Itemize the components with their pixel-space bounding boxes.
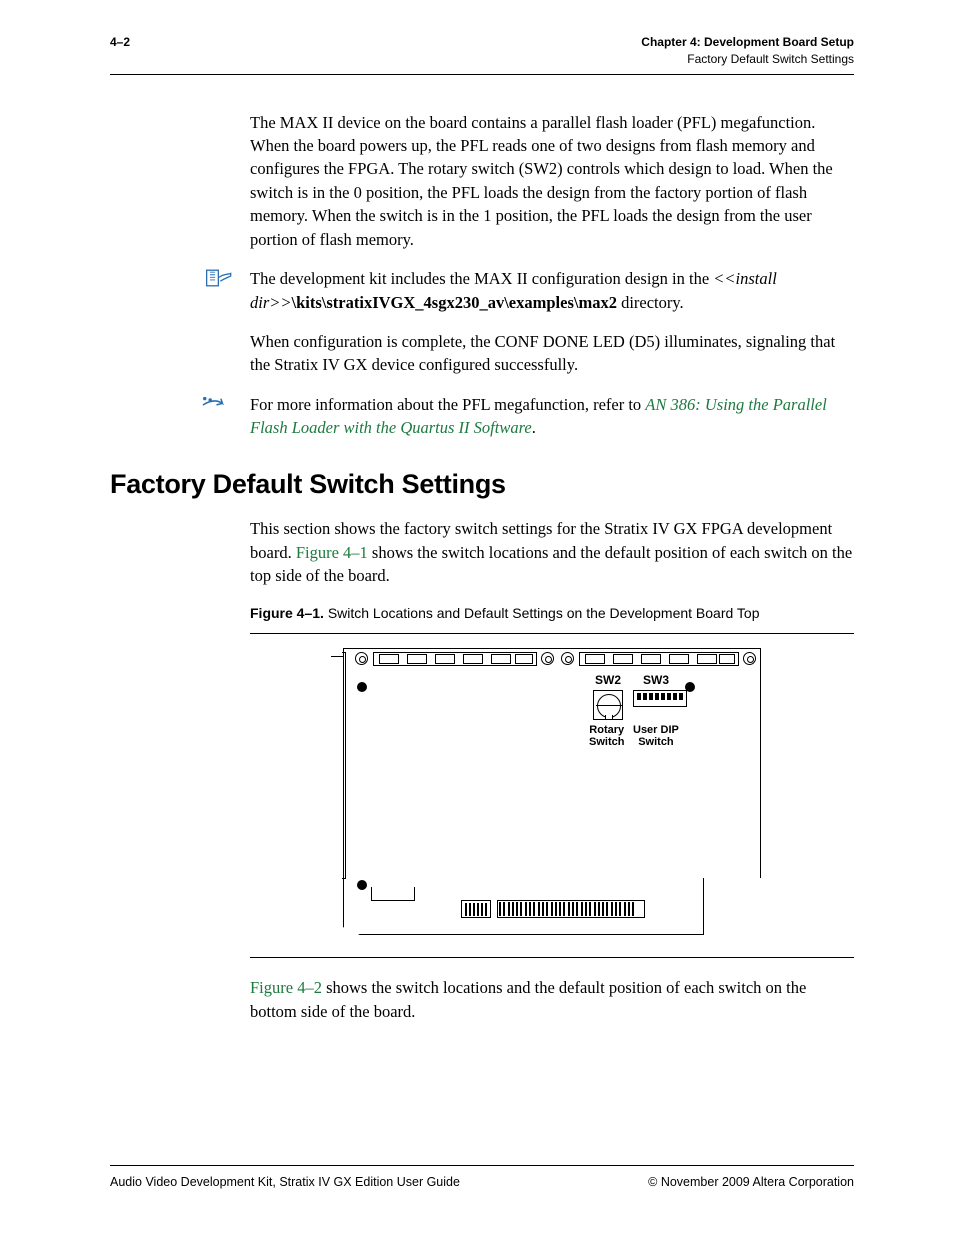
sw2-sub1: Rotary	[589, 724, 624, 736]
dip-switch	[633, 690, 687, 707]
link-figure-4-1[interactable]: Figure 4–1	[296, 543, 368, 562]
note2-text-a: For more information about the PFL megaf…	[250, 395, 645, 414]
section-heading: Factory Default Switch Settings	[110, 466, 854, 504]
footer-right: © November 2009 Altera Corporation	[648, 1174, 854, 1192]
link-figure-4-2[interactable]: Figure 4–2	[250, 978, 322, 997]
section-intro: This section shows the factory switch se…	[250, 517, 854, 587]
chapter-title: Chapter 4: Development Board Setup	[641, 34, 854, 51]
footer-left: Audio Video Development Kit, Stratix IV …	[110, 1174, 460, 1192]
figure-number: Figure 4–1.	[250, 605, 324, 621]
sw2-label: SW2	[595, 674, 621, 687]
note1-text-a: The development kit includes the MAX II …	[250, 269, 713, 288]
figure-caption: Figure 4–1. Switch Locations and Default…	[250, 604, 854, 624]
section-crumb: Factory Default Switch Settings	[641, 51, 854, 68]
page-header: 4–2 Chapter 4: Development Board Setup F…	[110, 34, 854, 75]
after-figure-paragraph: Figure 4–2 shows the switch locations an…	[250, 976, 854, 1023]
page-number: 4–2	[110, 34, 130, 51]
sw3-sub1: User DIP	[633, 724, 679, 736]
body-paragraph-2: When configuration is complete, the CONF…	[250, 330, 854, 377]
sw3-sub2: Switch	[633, 736, 679, 748]
body-paragraph-1: The MAX II device on the board contains …	[250, 111, 854, 252]
board-diagram: SW2 Rotary Switch SW3 U	[343, 642, 761, 935]
hand-pointing-icon	[206, 269, 232, 287]
sw2-sub2: Switch	[589, 736, 624, 748]
sw3-label: SW3	[643, 674, 669, 687]
note-reference: For more information about the PFL megaf…	[110, 393, 854, 440]
figure-caption-text: Switch Locations and Default Settings on…	[328, 605, 760, 621]
note2-text-b: .	[532, 418, 536, 437]
note1-path: \kits\stratixIVGX_4sgx230_av\examples\ma…	[292, 293, 617, 312]
page-footer: Audio Video Development Kit, Stratix IV …	[110, 1165, 854, 1192]
note1-text-d: directory.	[617, 293, 684, 312]
reference-arrow-icon	[202, 395, 232, 409]
figure-4-1: SW2 Rotary Switch SW3 U	[250, 633, 854, 958]
note-tip: The development kit includes the MAX II …	[110, 267, 854, 314]
